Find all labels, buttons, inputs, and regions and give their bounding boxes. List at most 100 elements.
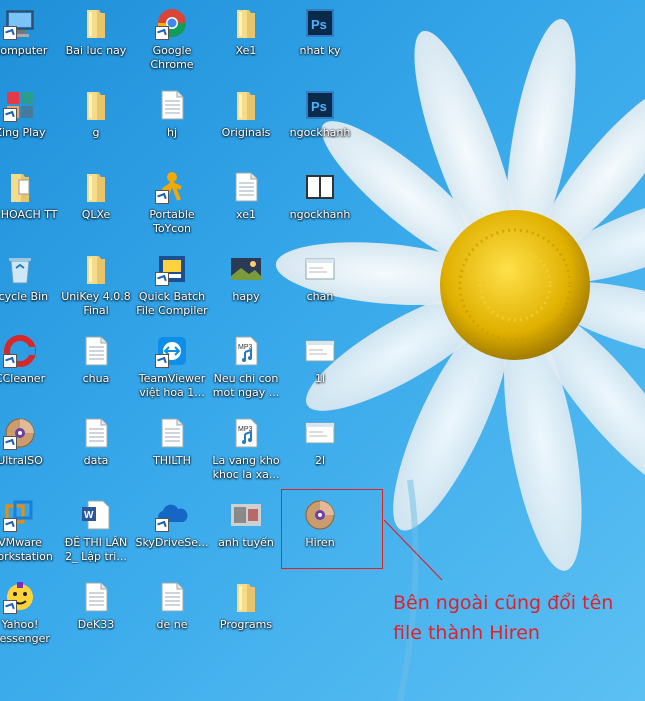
photo-icon (229, 498, 263, 532)
desktop-icon-label: data (83, 454, 109, 467)
desktop-icon-label: UniKey 4.0.8 Final (61, 290, 131, 317)
desktop-icon[interactable]: UY HOACH TT (0, 166, 58, 244)
desktop-icon[interactable]: data (58, 412, 134, 490)
desktop-icon-label: Quick Batch File Compiler (136, 290, 208, 317)
mp3-icon: MP3 (229, 416, 263, 450)
shortcut-arrow-icon (3, 518, 17, 532)
desktop-icon[interactable]: Computer (0, 2, 58, 80)
desktop-icon[interactable]: VMware Workstation (0, 494, 58, 572)
desktop-icon[interactable]: 2l (282, 412, 358, 490)
window-icon (303, 416, 337, 450)
desktop-icon-label: nhat ky (299, 44, 341, 57)
folder-icon (229, 580, 263, 614)
desktop-icon-label: Xe1 (235, 44, 257, 57)
folder-icon (229, 6, 263, 40)
book-icon (303, 170, 337, 204)
desktop[interactable]: Computer Bai luc nay Google Chrome Xe1 Ps nha… (0, 0, 645, 701)
desktop-icon-label: SkyDriveSe... (135, 536, 209, 549)
shortcut-arrow-icon (155, 354, 169, 368)
desktop-icon[interactable]: UltraISO (0, 412, 58, 490)
desktop-icon[interactable]: Originals (208, 84, 284, 162)
desktop-icon[interactable]: THILTH (134, 412, 210, 490)
desktop-icon[interactable]: hapy (208, 248, 284, 326)
shortcut-arrow-icon (155, 272, 169, 286)
desktop-icon-label: UY HOACH TT (0, 208, 58, 221)
shortcut-arrow-icon (155, 190, 169, 204)
desktop-icon-label: Originals (221, 126, 271, 139)
desktop-icon[interactable]: 1l (282, 330, 358, 408)
annotation-text: Bên ngoài cũng đổi tên file thành Hiren (393, 588, 645, 648)
desktop-icon[interactable]: UniKey 4.0.8 Final (58, 248, 134, 326)
desktop-icon[interactable]: anh tuyến (208, 494, 284, 572)
desktop-icon-label: Neu chi con mot ngay ... (212, 372, 280, 399)
folder-icon (79, 170, 113, 204)
annotation-arrow (383, 519, 443, 581)
desktop-icon[interactable]: QLXe (58, 166, 134, 244)
document-icon (155, 580, 189, 614)
desktop-icon[interactable]: Xe1 (208, 2, 284, 80)
highlight-box (281, 489, 383, 569)
desktop-icon[interactable]: CCleaner (0, 330, 58, 408)
desktop-icon-label: 2l (314, 454, 326, 467)
shortcut-arrow-icon (155, 518, 169, 532)
desktop-icon[interactable]: de ne (134, 576, 210, 654)
desktop-icon-label: Programs (219, 618, 273, 631)
desktop-icon-label: Bai luc nay (65, 44, 127, 57)
desktop-icon[interactable]: MP3 La vang kho khoc la xa... (208, 412, 284, 490)
svg-text:W: W (84, 510, 94, 521)
desktop-icon-label: La vang kho khoc la xa... (212, 454, 280, 481)
desktop-icon-label: ecycle Bin (0, 290, 49, 303)
desktop-icon[interactable]: hj (134, 84, 210, 162)
ccleaner-icon (3, 334, 37, 368)
desktop-icon-label: anh tuyến (218, 536, 274, 549)
desktop-icon[interactable]: xe1 (208, 166, 284, 244)
desktop-icon-label: ngockhanh (289, 126, 351, 139)
document-icon (155, 416, 189, 450)
desktop-icon[interactable]: Ps ngockhanh (282, 84, 358, 162)
desktop-icon[interactable]: ecycle Bin (0, 248, 58, 326)
desktop-icon[interactable]: Ps nhat ky (282, 2, 358, 80)
desktop-icon-label: THILTH (153, 454, 191, 467)
desktop-icon[interactable]: chan (282, 248, 358, 326)
vmware-icon (3, 498, 37, 532)
document-icon (79, 334, 113, 368)
desktop-icon[interactable]: MP3 Neu chi con mot ngay ... (208, 330, 284, 408)
annotation-line-2: file thành Hiren (393, 622, 540, 644)
desktop-icon[interactable]: Bai luc nay (58, 2, 134, 80)
word-icon: W (79, 498, 113, 532)
annotation-line-1: Bên ngoài cũng đổi tên (393, 592, 614, 614)
qbfc-icon (155, 252, 189, 286)
desktop-icon[interactable]: SkyDriveSe... (134, 494, 210, 572)
desktop-icon[interactable]: TeamViewer việt hoa 1... (134, 330, 210, 408)
desktop-icon[interactable]: Zing Play (0, 84, 58, 162)
folder-icon (79, 252, 113, 286)
desktop-icon[interactable]: DeK33 (58, 576, 134, 654)
window-icon (303, 252, 337, 286)
folder-icon (79, 88, 113, 122)
desktop-icon-label: hapy (232, 290, 260, 303)
chrome-icon (155, 6, 189, 40)
desktop-icon-label: g (92, 126, 100, 139)
disc-icon (3, 416, 37, 450)
desktop-icon[interactable]: W ĐỀ THI LẦN 2_ Lập tri... (58, 494, 134, 572)
desktop-icon-label: 1l (314, 372, 326, 385)
desktop-icon-label: TeamViewer việt hoa 1... (138, 372, 206, 399)
skydrive-icon (155, 498, 189, 532)
desktop-icon[interactable]: Yahoo! Messenger (0, 576, 58, 654)
desktop-icon-label: chan (306, 290, 334, 303)
desktop-icon[interactable]: ngockhanh (282, 166, 358, 244)
yahoo-icon (3, 580, 37, 614)
shortcut-arrow-icon (3, 354, 17, 368)
desktop-icon[interactable]: g (58, 84, 134, 162)
desktop-icon[interactable]: Portable ToYcon (134, 166, 210, 244)
desktop-icon[interactable]: Quick Batch File Compiler (134, 248, 210, 326)
shortcut-arrow-icon (155, 26, 169, 40)
desktop-icon-label: ĐỀ THI LẦN 2_ Lập tri... (64, 536, 128, 563)
desktop-icon[interactable]: chua (58, 330, 134, 408)
svg-text:Ps: Ps (311, 17, 327, 32)
desktop-icon-label: de ne (156, 618, 188, 631)
desktop-icon[interactable]: Programs (208, 576, 284, 654)
document-icon (79, 580, 113, 614)
document-icon (79, 416, 113, 450)
desktop-icon[interactable]: Google Chrome (134, 2, 210, 80)
